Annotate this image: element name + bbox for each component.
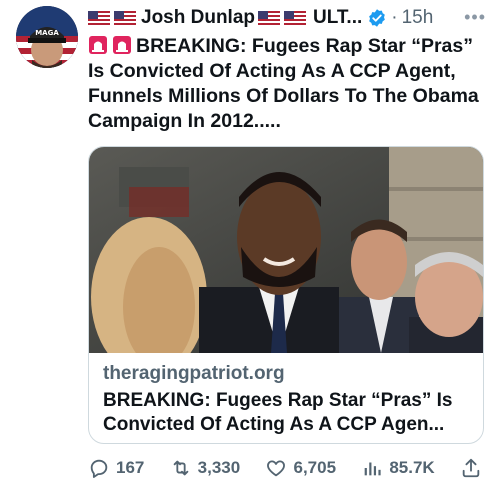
- us-flag-icon: [88, 10, 110, 26]
- reply-count: 167: [116, 458, 145, 477]
- share-button[interactable]: [460, 457, 488, 479]
- author-name[interactable]: Josh Dunlap: [141, 7, 255, 29]
- us-flag-icon: [114, 10, 136, 26]
- link-card-title[interactable]: BREAKING: Fugees Rap Star “Pras” Is Conv…: [103, 389, 475, 437]
- verified-icon: [369, 9, 386, 27]
- like-icon: [267, 460, 286, 477]
- retweet-button[interactable]: 3,330: [170, 457, 241, 479]
- separator-dot: ·: [391, 7, 398, 28]
- siren-icon: [89, 36, 107, 54]
- us-flag-icon: [284, 10, 307, 26]
- tweet-text: BREAKING: Fugees Rap Star “Pras” Is Conv…: [88, 34, 488, 134]
- link-card-domain[interactable]: theragingpatriot.org: [103, 363, 285, 385]
- avatar-image: MAGA: [16, 6, 78, 68]
- us-flag-icon: [258, 10, 281, 26]
- like-count: 6,705: [293, 458, 337, 477]
- avatar[interactable]: MAGA: [16, 6, 78, 68]
- reply-button[interactable]: 167: [88, 457, 144, 479]
- like-button[interactable]: 6,705: [265, 457, 336, 479]
- views-icon: [364, 462, 381, 476]
- more-icon[interactable]: •••: [464, 7, 486, 28]
- retweet-icon: [173, 460, 188, 476]
- avatar-hat-text: MAGA: [35, 29, 59, 37]
- tweet-body: BREAKING: Fugees Rap Star “Pras” Is Conv…: [88, 35, 479, 132]
- tweet-actions: 167 3,330 6,705 85.7K: [88, 455, 488, 481]
- siren-icon: [113, 36, 131, 54]
- views-button[interactable]: 85.7K: [361, 457, 435, 479]
- link-card-image[interactable]: [89, 147, 484, 353]
- views-count: 85.7K: [389, 458, 435, 477]
- tweet-header: Josh Dunlap ULT... · 15h: [88, 6, 488, 30]
- reply-icon: [90, 459, 108, 478]
- tweet[interactable]: MAGA Josh Dunlap ULT... · 15h ••• BREAKI…: [0, 0, 500, 493]
- tweet-time[interactable]: 15h: [402, 7, 434, 29]
- author-name-truncated[interactable]: ULT...: [313, 7, 362, 29]
- link-card[interactable]: theragingpatriot.org BREAKING: Fugees Ra…: [88, 146, 484, 444]
- share-icon: [462, 458, 480, 478]
- retweet-count: 3,330: [197, 458, 241, 477]
